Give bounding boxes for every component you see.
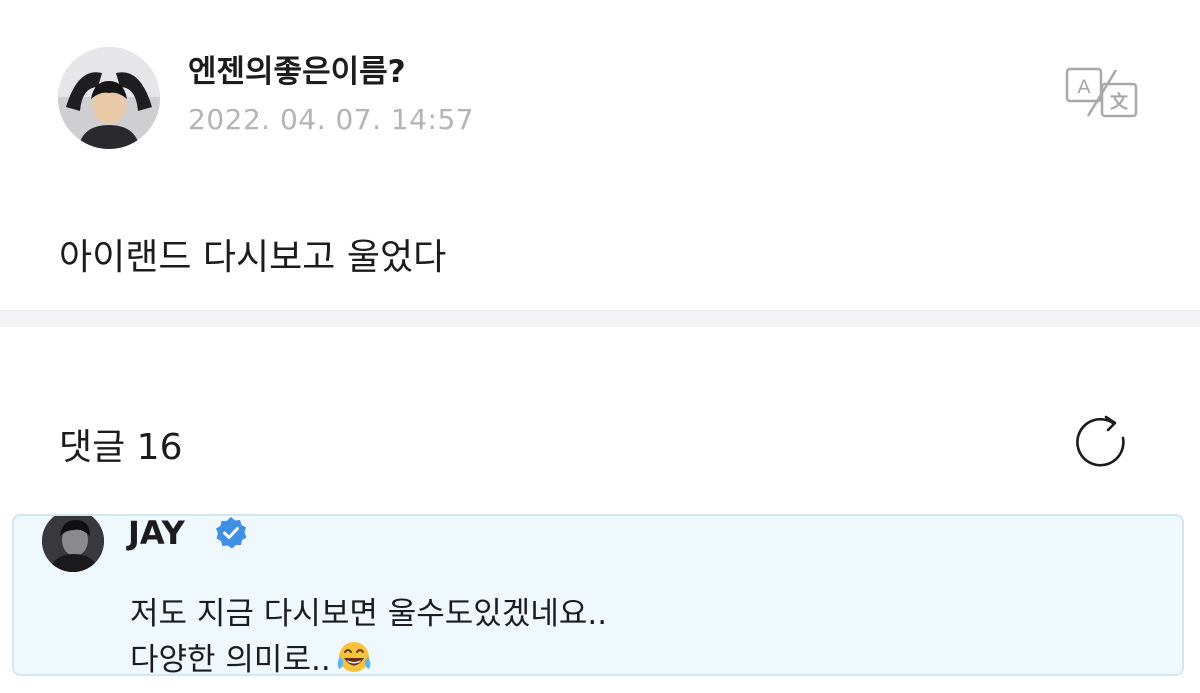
- author-avatar[interactable]: [58, 47, 160, 149]
- refresh-icon: [1076, 415, 1125, 467]
- refresh-comments-button[interactable]: [1073, 414, 1133, 470]
- comment-text-line-1: 저도 지금 다시보면 울수도있겠네요..: [130, 596, 608, 632]
- comment-author-name[interactable]: JAY: [128, 516, 185, 552]
- face-with-tears-of-joy-icon: [337, 642, 370, 672]
- comment-author-avatar[interactable]: [42, 516, 104, 572]
- section-divider: [0, 310, 1200, 327]
- translate-button[interactable]: A 文: [1064, 66, 1140, 120]
- post-detail-screen: 엔젠의좋은이름? 2022. 04. 07. 14:57 A 文 아이랜드 다시…: [0, 0, 1200, 693]
- post-date: 2022. 04. 07. 14:57: [188, 103, 475, 136]
- comment-avatar-image: [42, 516, 104, 572]
- comment-item[interactable]: JAY 저도 지금 다시보면 울수도있겠네요.. 다양한 의미로..: [12, 514, 1184, 676]
- comments-count-heading: 댓글 16: [59, 427, 183, 468]
- post-author-name[interactable]: 엔젠의좋은이름?: [188, 46, 406, 91]
- verified-badge-icon: [214, 516, 248, 550]
- post-body-text: 아이랜드 다시보고 울었다: [59, 237, 447, 278]
- svg-text:文: 文: [1110, 91, 1129, 113]
- translate-icon: A 文: [1065, 67, 1138, 118]
- comment-text-line-2-text: 다양한 의미로..: [130, 642, 331, 676]
- svg-text:A: A: [1078, 76, 1091, 98]
- author-avatar-image: [58, 47, 160, 149]
- comment-text-line-2: 다양한 의미로..: [130, 634, 373, 676]
